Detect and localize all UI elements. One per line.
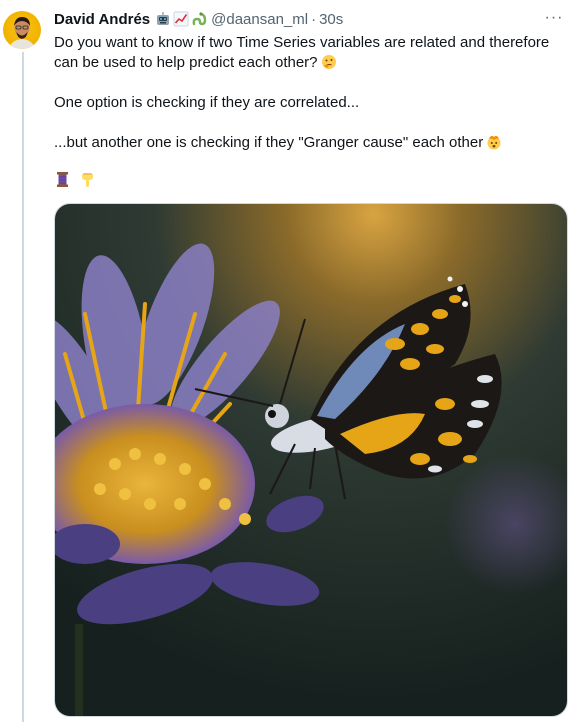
tweet-media-image[interactable] — [54, 203, 568, 717]
avatar[interactable] — [3, 11, 41, 49]
pointing-down-icon — [79, 171, 96, 188]
butterfly-image-icon — [55, 204, 567, 716]
robot-emoji-icon — [155, 11, 171, 27]
tweet-header: David Andrés @daansan_ml · 30s — [54, 9, 343, 29]
snake-icon — [191, 11, 207, 27]
author-handle[interactable]: @daansan_ml — [211, 11, 308, 28]
person-portrait-icon — [9, 17, 35, 49]
more-options-icon[interactable]: ··· — [544, 9, 564, 26]
tweet-line-3: ...but another one is checking if they "… — [54, 134, 484, 151]
thinking-face-icon — [321, 54, 337, 70]
thread-spool-icon — [54, 171, 71, 188]
trailing-emojis — [54, 171, 96, 188]
header-separator: · — [311, 10, 317, 28]
tweet-paragraph-3: ...but another one is checking if they "… — [54, 133, 564, 153]
name-emoji-badges — [155, 11, 207, 27]
tweet-paragraph-2: One option is checking if they are corre… — [54, 94, 360, 111]
exploding-head-icon — [486, 134, 502, 150]
tweet-text: Do you want to know if two Time Series v… — [54, 33, 564, 153]
tweet-paragraph-1: Do you want to know if two Time Series v… — [54, 33, 564, 73]
tweet-line-1: Do you want to know if two Time Series v… — [54, 34, 550, 71]
author-name[interactable]: David Andrés — [54, 11, 150, 28]
chart-increasing-icon — [173, 11, 189, 27]
thread-line — [22, 52, 24, 722]
tweet-timestamp[interactable]: 30s — [319, 11, 343, 28]
